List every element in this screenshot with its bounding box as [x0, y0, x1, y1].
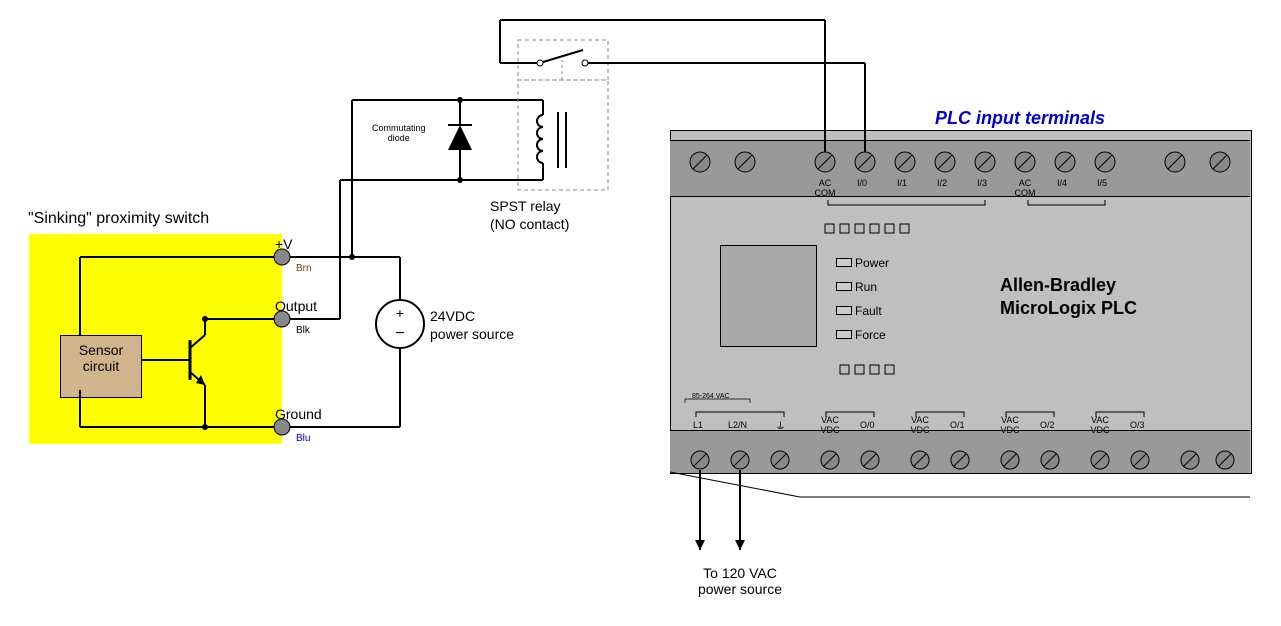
- blu-label: Blu: [296, 433, 310, 444]
- out-o0: O/0: [860, 420, 875, 430]
- dc-text: power source: [430, 326, 514, 342]
- power-note: To 120 VACpower source: [680, 565, 800, 597]
- plc-title: PLC input terminals: [935, 108, 1105, 129]
- out-o1: O/1: [950, 420, 965, 430]
- ground-label: Ground: [275, 406, 322, 422]
- plc-model: MicroLogix PLC: [1000, 298, 1137, 319]
- out-l2n: L2/N: [728, 420, 747, 430]
- blk-label: Blk: [296, 325, 310, 336]
- in-ac-com1: ACCOM: [812, 178, 838, 198]
- out-vac4: VACVDC: [1088, 415, 1112, 435]
- svg-text:−: −: [395, 325, 404, 342]
- in-ac-com2: ACCOM: [1012, 178, 1038, 198]
- dc-voltage: 24VDC: [430, 308, 475, 324]
- led-fault: Fault: [836, 304, 882, 318]
- svg-text:+: +: [396, 305, 404, 321]
- relay-line1: SPST relay: [490, 198, 561, 214]
- in-i4: I/4: [1057, 178, 1067, 188]
- ac-range: 85-264 VAC: [692, 393, 730, 400]
- relay-line2: (NO contact): [490, 216, 569, 232]
- commutating-label: Commutating diode: [372, 123, 426, 143]
- out-gnd: ⏚: [775, 418, 786, 434]
- plc-brand: Allen-Bradley: [1000, 275, 1116, 296]
- output-label: Output: [275, 298, 317, 314]
- out-o3: O/3: [1130, 420, 1145, 430]
- in-i1: I/1: [897, 178, 907, 188]
- section-title: "Sinking" proximity switch: [28, 210, 209, 228]
- in-i3: I/3: [977, 178, 987, 188]
- led-run: Run: [836, 280, 877, 294]
- out-o2: O/2: [1040, 420, 1055, 430]
- out-vac1: VACVDC: [818, 415, 842, 435]
- plus-v-label: +V: [275, 236, 293, 252]
- led-force: Force: [836, 328, 886, 342]
- in-i2: I/2: [937, 178, 947, 188]
- in-i5: I/5: [1097, 178, 1107, 188]
- brn-label: Brn: [296, 263, 312, 274]
- led-power: Power: [836, 256, 889, 270]
- out-vac2: VACVDC: [908, 415, 932, 435]
- out-vac3: VACVDC: [998, 415, 1022, 435]
- in-i0: I/0: [857, 178, 867, 188]
- out-l1: L1: [693, 420, 703, 430]
